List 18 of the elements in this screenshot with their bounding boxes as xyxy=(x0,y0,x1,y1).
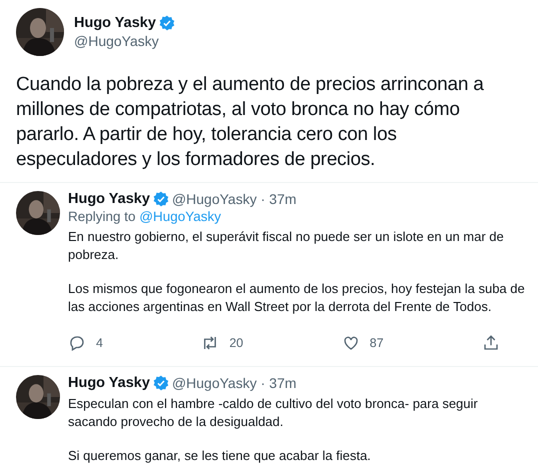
reply-text: En nuestro gobierno, el superávit fiscal no puede ser un islote en un mar de pobreza. xyxy=(68,228,505,264)
share-icon[interactable] xyxy=(482,334,500,352)
author-name[interactable]: Hugo Yasky xyxy=(68,375,150,391)
handle-and-time: @HugoYasky · 37m xyxy=(172,191,296,207)
handle-and-time: @HugoYasky · 37m xyxy=(172,375,296,391)
heart-icon[interactable] xyxy=(342,334,360,352)
author-name[interactable]: Hugo Yasky xyxy=(68,191,150,207)
tweet-text: Cuando la pobreza y el aumento de precios arrinconan a millones de compatriotas, al voto bronca no hay cómo pararlo. A partir de hoy, tolerancia cero con los especuladores y los formadores de precios. xyxy=(16,73,485,172)
reply-text: Especulan con el hambre -caldo de cultivo del voto bronca- para seguir sacando provecho de la desigualdad. xyxy=(68,395,479,431)
replying-to-text: Replying to @HugoYasky xyxy=(68,209,222,224)
reply-text: Los mismos que fogonearon el aumento de los precios, hoy festejan la suba de las acciones argentinas en Wall Street por la derrota del Frente de Todos. xyxy=(68,280,526,316)
reply-text: Si queremos ganar, se les tiene que acabar la fiesta. xyxy=(68,447,372,465)
retweet-count: 20 xyxy=(229,336,244,350)
reply-count: 4 xyxy=(96,336,103,350)
author-name[interactable]: Hugo Yasky xyxy=(74,15,156,31)
author-handle[interactable]: @HugoYasky xyxy=(74,33,175,49)
comment-icon[interactable] xyxy=(68,334,86,352)
like-count: 87 xyxy=(370,336,384,350)
